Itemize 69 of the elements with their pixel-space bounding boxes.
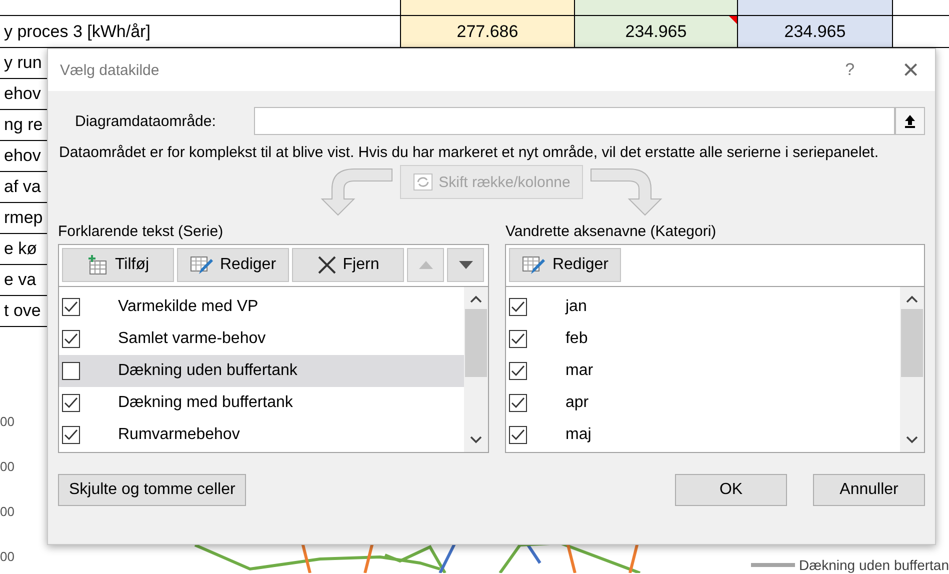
axis-label: 00 [0, 549, 16, 564]
edit-table-icon [522, 255, 546, 275]
row-label: e kø [3, 239, 38, 258]
triangle-up-icon [418, 261, 432, 269]
list-item[interactable]: jan [506, 291, 900, 323]
table-cell: 277.686 [400, 16, 574, 47]
message-text: Dataområdet er for komplekst til at blive vist. Hvis du har markeret et nyt område, vil det erstatte alle serierne i seriepanelet. [59, 143, 880, 163]
list-item[interactable]: Dækning med buffertank [59, 387, 464, 419]
list-item[interactable]: maj [506, 419, 900, 451]
chevron-down-icon[interactable] [906, 436, 918, 444]
window-title: Vælg datakilde [60, 62, 160, 78]
help-button[interactable]: ? [845, 60, 855, 80]
add-button[interactable]: Tilføj [62, 248, 174, 282]
axis-label: 00 [0, 504, 16, 519]
list-item[interactable]: feb [506, 323, 900, 355]
add-table-icon [86, 255, 109, 275]
checkbox[interactable] [62, 362, 80, 380]
panel-title: Forklarende tekst (Serie) [58, 223, 224, 242]
table-cell: 234.965 [574, 16, 737, 47]
scrollbar[interactable] [464, 287, 488, 452]
row-label: t ove [3, 301, 41, 320]
list-item[interactable]: Varmekilde med VP [59, 291, 464, 323]
cancel-button[interactable]: Annuller [813, 474, 925, 506]
list-item[interactable]: Rumvarmebehov [59, 419, 464, 451]
chart-legend: Dækning uden buffertan [751, 557, 949, 573]
row-label: y run [3, 53, 42, 72]
range-input-field[interactable] [254, 107, 895, 135]
list-item[interactable]: mar [506, 355, 900, 387]
triangle-down-icon [458, 261, 472, 269]
edit-table-icon [190, 255, 214, 275]
remove-button[interactable]: Fjern [292, 248, 404, 282]
scrollbar[interactable] [900, 287, 924, 452]
list-item[interactable]: apr [506, 387, 900, 419]
ok-button[interactable]: OK [675, 474, 787, 506]
checkbox[interactable] [509, 426, 528, 444]
edit-button[interactable]: Rediger [509, 248, 622, 282]
checkbox[interactable] [62, 394, 80, 412]
checkbox[interactable] [509, 394, 528, 412]
field-label: Diagramdataområde: [74, 112, 217, 130]
row-label: ng re [3, 115, 43, 134]
row-label: af va [3, 177, 41, 196]
row-label: ehov [3, 146, 41, 165]
row-label: y proces 3 [kWh/år] [3, 21, 152, 43]
axis-label: 00 [0, 459, 16, 474]
chevron-up-icon[interactable] [470, 295, 482, 303]
hidden-cells-button[interactable]: Skjulte og tomme celler [58, 474, 246, 506]
checkbox[interactable] [62, 426, 80, 444]
checkbox[interactable] [62, 330, 80, 348]
list-item[interactable]: Samlet varme-behov [59, 323, 464, 355]
row-label: e va [3, 270, 36, 289]
checkbox[interactable] [62, 298, 80, 316]
close-button[interactable]: × [902, 54, 919, 86]
checkbox[interactable] [509, 362, 528, 380]
panel-title: Vandrette aksenavne (Kategori) [505, 223, 718, 242]
close-icon [316, 255, 337, 275]
swap-icon [412, 173, 433, 191]
upload-arrow-icon [904, 114, 916, 128]
row-label: rmep [3, 208, 43, 227]
checkbox[interactable] [509, 298, 528, 316]
axis-label: 00 [0, 414, 16, 429]
checkbox[interactable] [509, 330, 528, 348]
table-cell: 234.965 [737, 16, 893, 47]
collapse-dialog-button[interactable] [895, 107, 925, 135]
chevron-up-icon[interactable] [906, 295, 918, 303]
edit-button[interactable]: Rediger [177, 248, 289, 282]
chevron-down-icon[interactable] [470, 436, 482, 444]
list-item[interactable]: Dækning uden buffertank [59, 355, 464, 387]
row-label: ehov [3, 84, 41, 103]
move-down-button[interactable] [447, 248, 484, 282]
